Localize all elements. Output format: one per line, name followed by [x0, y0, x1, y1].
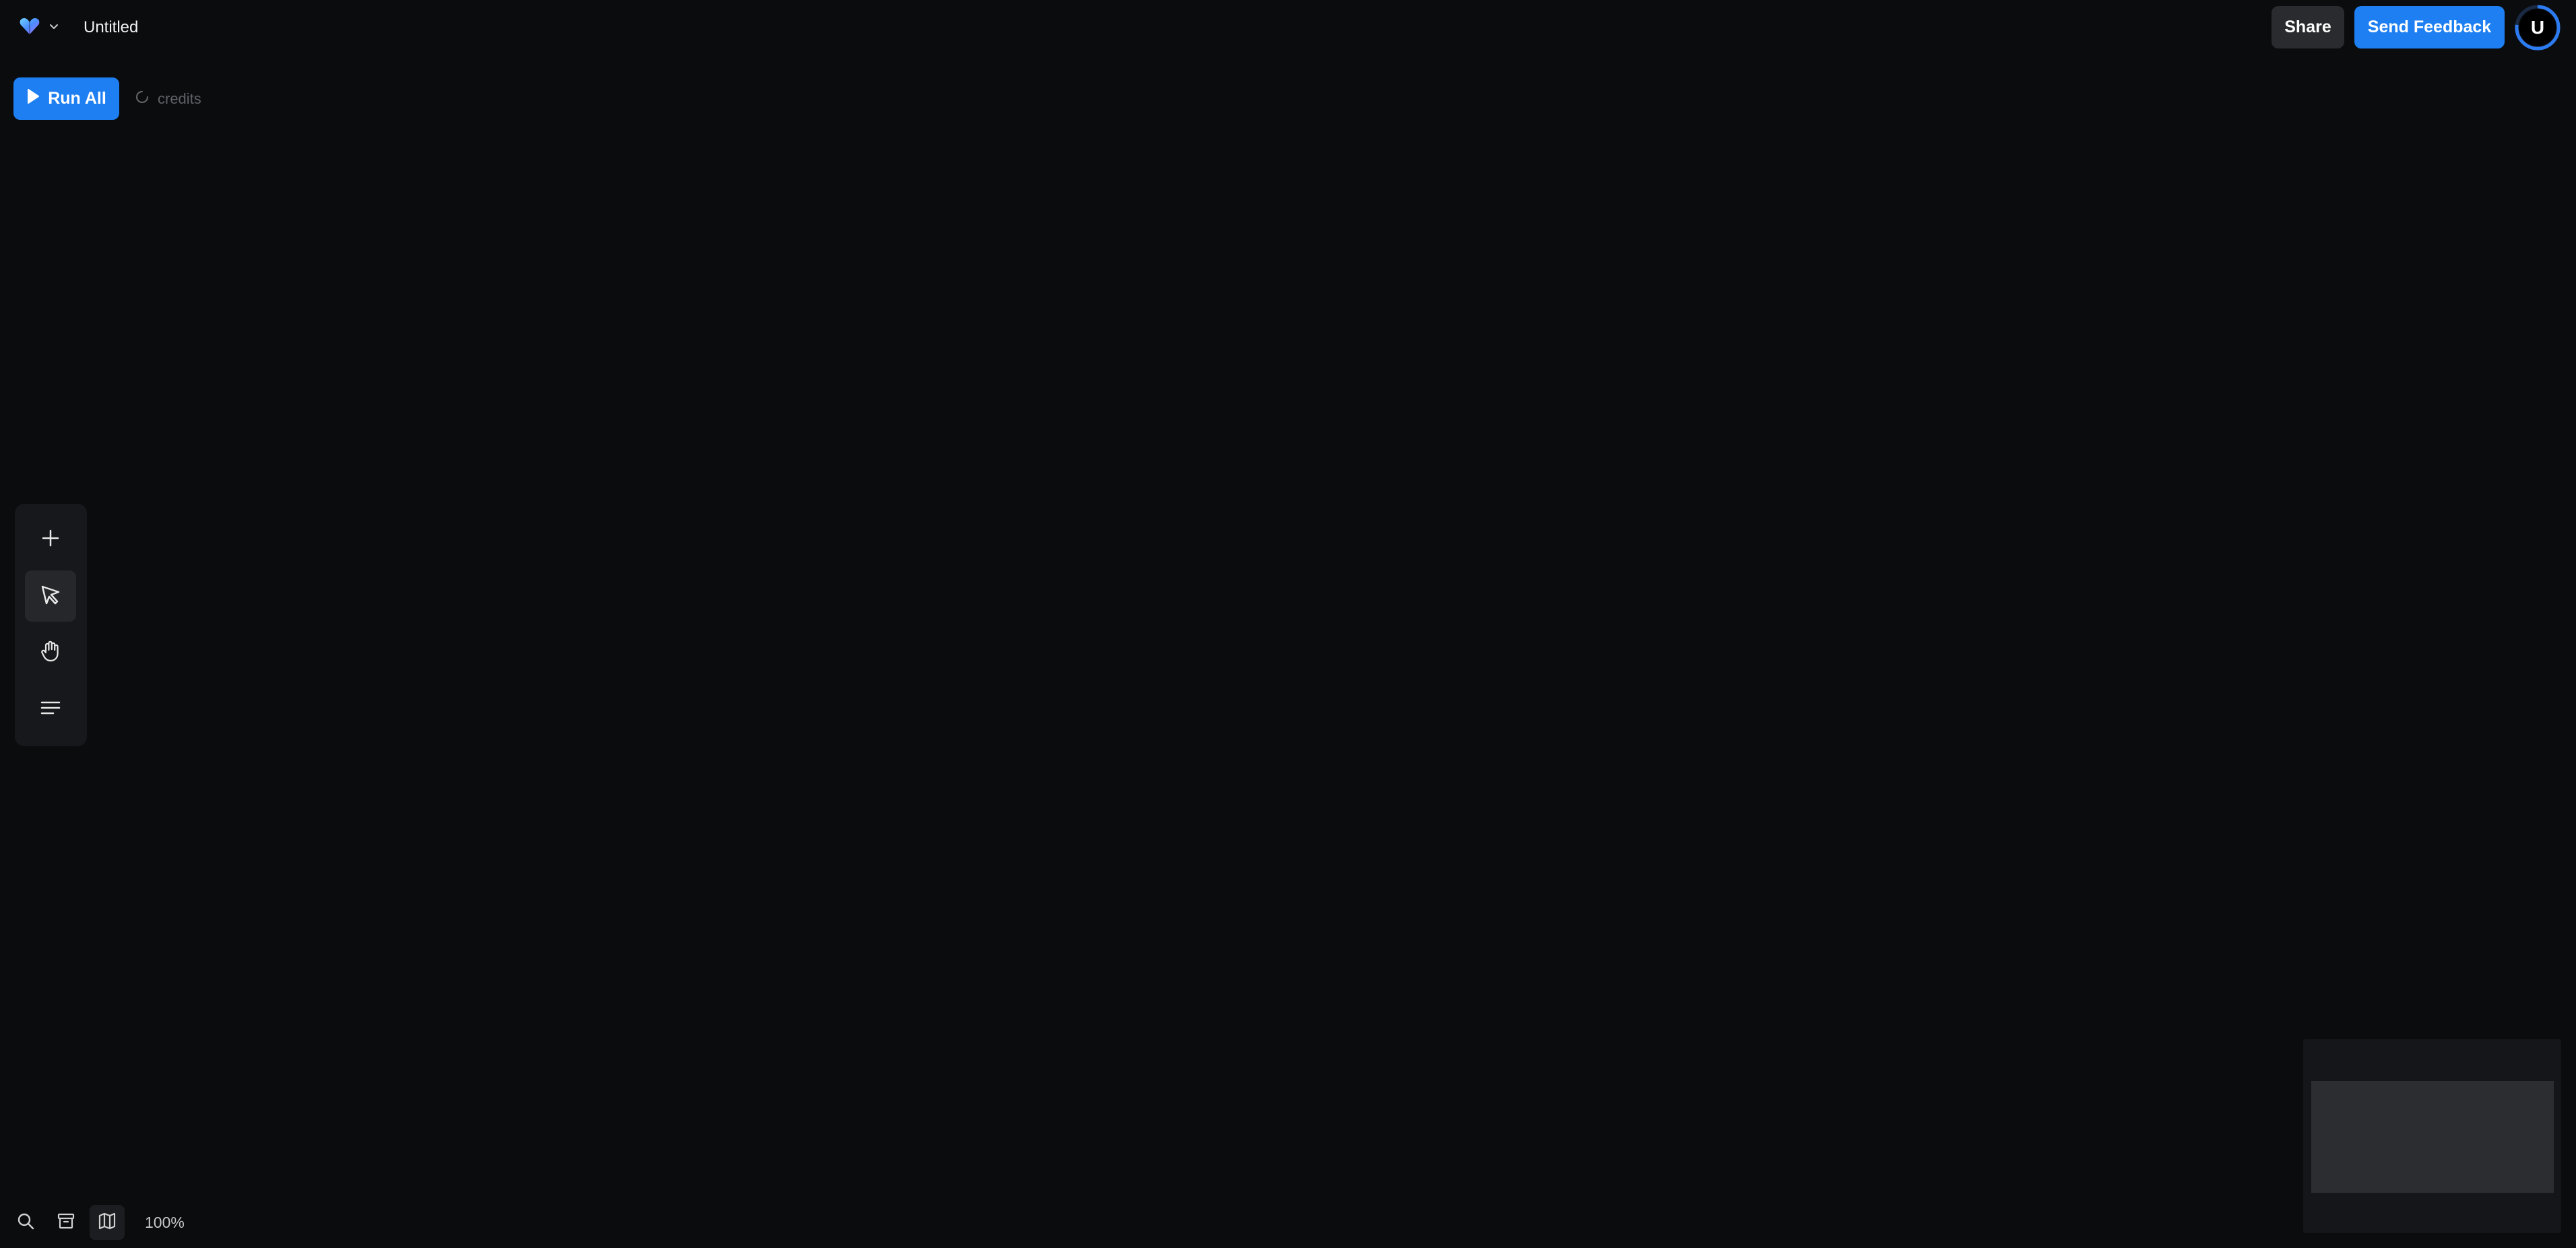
pan-tool-button[interactable] [25, 627, 76, 678]
user-avatar[interactable]: U [2515, 5, 2561, 51]
outline-tool-button[interactable] [25, 684, 76, 735]
document-title[interactable]: Untitled [84, 16, 138, 39]
send-feedback-button[interactable]: Send Feedback [2354, 6, 2505, 48]
play-icon [26, 88, 40, 109]
credits-label: credits [158, 90, 201, 107]
search-button[interactable] [8, 1205, 43, 1240]
add-node-button[interactable] [25, 514, 76, 565]
lines-icon [40, 698, 61, 721]
run-all-label: Run All [48, 89, 106, 108]
zoom-level[interactable]: 100% [145, 1212, 185, 1233]
minimap-viewport[interactable] [2311, 1081, 2554, 1193]
plus-icon [40, 528, 61, 552]
app-logo-menu[interactable] [19, 13, 66, 42]
minimap-toggle-button[interactable] [90, 1205, 125, 1240]
logo-icon [19, 17, 40, 39]
archive-icon [57, 1212, 75, 1234]
map-icon [98, 1212, 117, 1234]
run-all-button[interactable]: Run All [13, 77, 119, 120]
hand-icon [40, 640, 61, 666]
pointer-icon [38, 583, 63, 610]
credits-indicator: credits [135, 89, 201, 109]
archive-button[interactable] [49, 1205, 84, 1240]
minimap[interactable] [2303, 1039, 2561, 1233]
canvas-toolbar [15, 504, 87, 746]
select-tool-button[interactable] [25, 570, 76, 622]
share-button[interactable]: Share [2272, 6, 2344, 48]
chevron-down-icon [47, 20, 61, 36]
loading-spinner-icon [135, 90, 150, 108]
avatar-initial: U [2519, 9, 2556, 46]
search-icon [16, 1212, 35, 1234]
